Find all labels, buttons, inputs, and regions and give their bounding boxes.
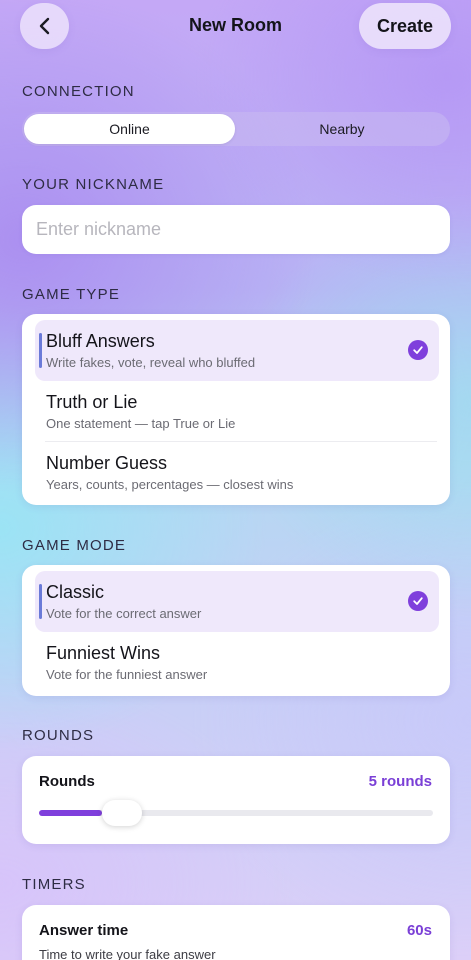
- game-mode-card: Classic Vote for the correct answer Funn…: [22, 565, 450, 696]
- option-subtitle: Write fakes, vote, reveal who bluffed: [46, 355, 256, 370]
- rounds-slider-track[interactable]: [39, 810, 433, 816]
- segment-nearby[interactable]: Nearby: [236, 114, 448, 144]
- create-button[interactable]: Create: [359, 3, 451, 49]
- selected-indicator-bar: [39, 584, 42, 619]
- game-type-section-label: GAME TYPE: [22, 286, 121, 303]
- checkmark-icon: [408, 591, 428, 611]
- option-title: Funniest Wins: [46, 643, 161, 663]
- rounds-slider-fill: [39, 810, 103, 816]
- option-title: Classic: [46, 582, 105, 602]
- game-mode-option-classic[interactable]: Classic Vote for the correct answer: [35, 571, 439, 632]
- rounds-value: 5 rounds: [368, 773, 432, 790]
- answer-time-description: Time to write your fake answer: [39, 947, 216, 960]
- connection-segmented-control: Online Nearby: [22, 112, 450, 146]
- option-subtitle: Vote for the funniest answer: [46, 667, 208, 682]
- game-mode-option-funniest-wins[interactable]: Funniest Wins Vote for the funniest answ…: [35, 632, 439, 693]
- connection-section-label: CONNECTION: [22, 83, 135, 100]
- game-type-option-number-guess[interactable]: Number Guess Years, counts, percentages …: [35, 442, 439, 503]
- option-title: Truth or Lie: [46, 392, 138, 412]
- nickname-section-label: YOUR NICKNAME: [22, 176, 165, 193]
- answer-time-value[interactable]: 60s: [407, 922, 432, 939]
- timers-section-label: TIMERS: [22, 876, 86, 893]
- option-subtitle: One statement — tap True or Lie: [46, 416, 236, 431]
- rounds-field-label: Rounds: [39, 773, 95, 790]
- option-title: Bluff Answers: [46, 331, 155, 351]
- segment-online[interactable]: Online: [24, 114, 235, 144]
- option-title: Number Guess: [46, 453, 168, 473]
- rounds-slider-thumb[interactable]: [102, 800, 143, 826]
- option-subtitle: Vote for the correct answer: [46, 606, 202, 621]
- selected-indicator-bar: [39, 333, 42, 368]
- game-type-option-bluff-answers[interactable]: Bluff Answers Write fakes, vote, reveal …: [35, 320, 439, 381]
- option-subtitle: Years, counts, percentages — closest win…: [46, 477, 294, 492]
- answer-time-label: Answer time: [39, 922, 129, 939]
- header: New Room Create: [0, 0, 471, 54]
- timers-card: Answer time 60s Time to write your fake …: [22, 905, 450, 960]
- rounds-card: Rounds 5 rounds: [22, 756, 450, 844]
- checkmark-icon: [408, 340, 428, 360]
- game-type-option-truth-or-lie[interactable]: Truth or Lie One statement — tap True or…: [35, 381, 439, 442]
- nickname-input[interactable]: [22, 205, 450, 254]
- rounds-section-label: ROUNDS: [22, 727, 95, 744]
- game-mode-section-label: GAME MODE: [22, 537, 127, 554]
- game-type-card: Bluff Answers Write fakes, vote, reveal …: [22, 314, 450, 505]
